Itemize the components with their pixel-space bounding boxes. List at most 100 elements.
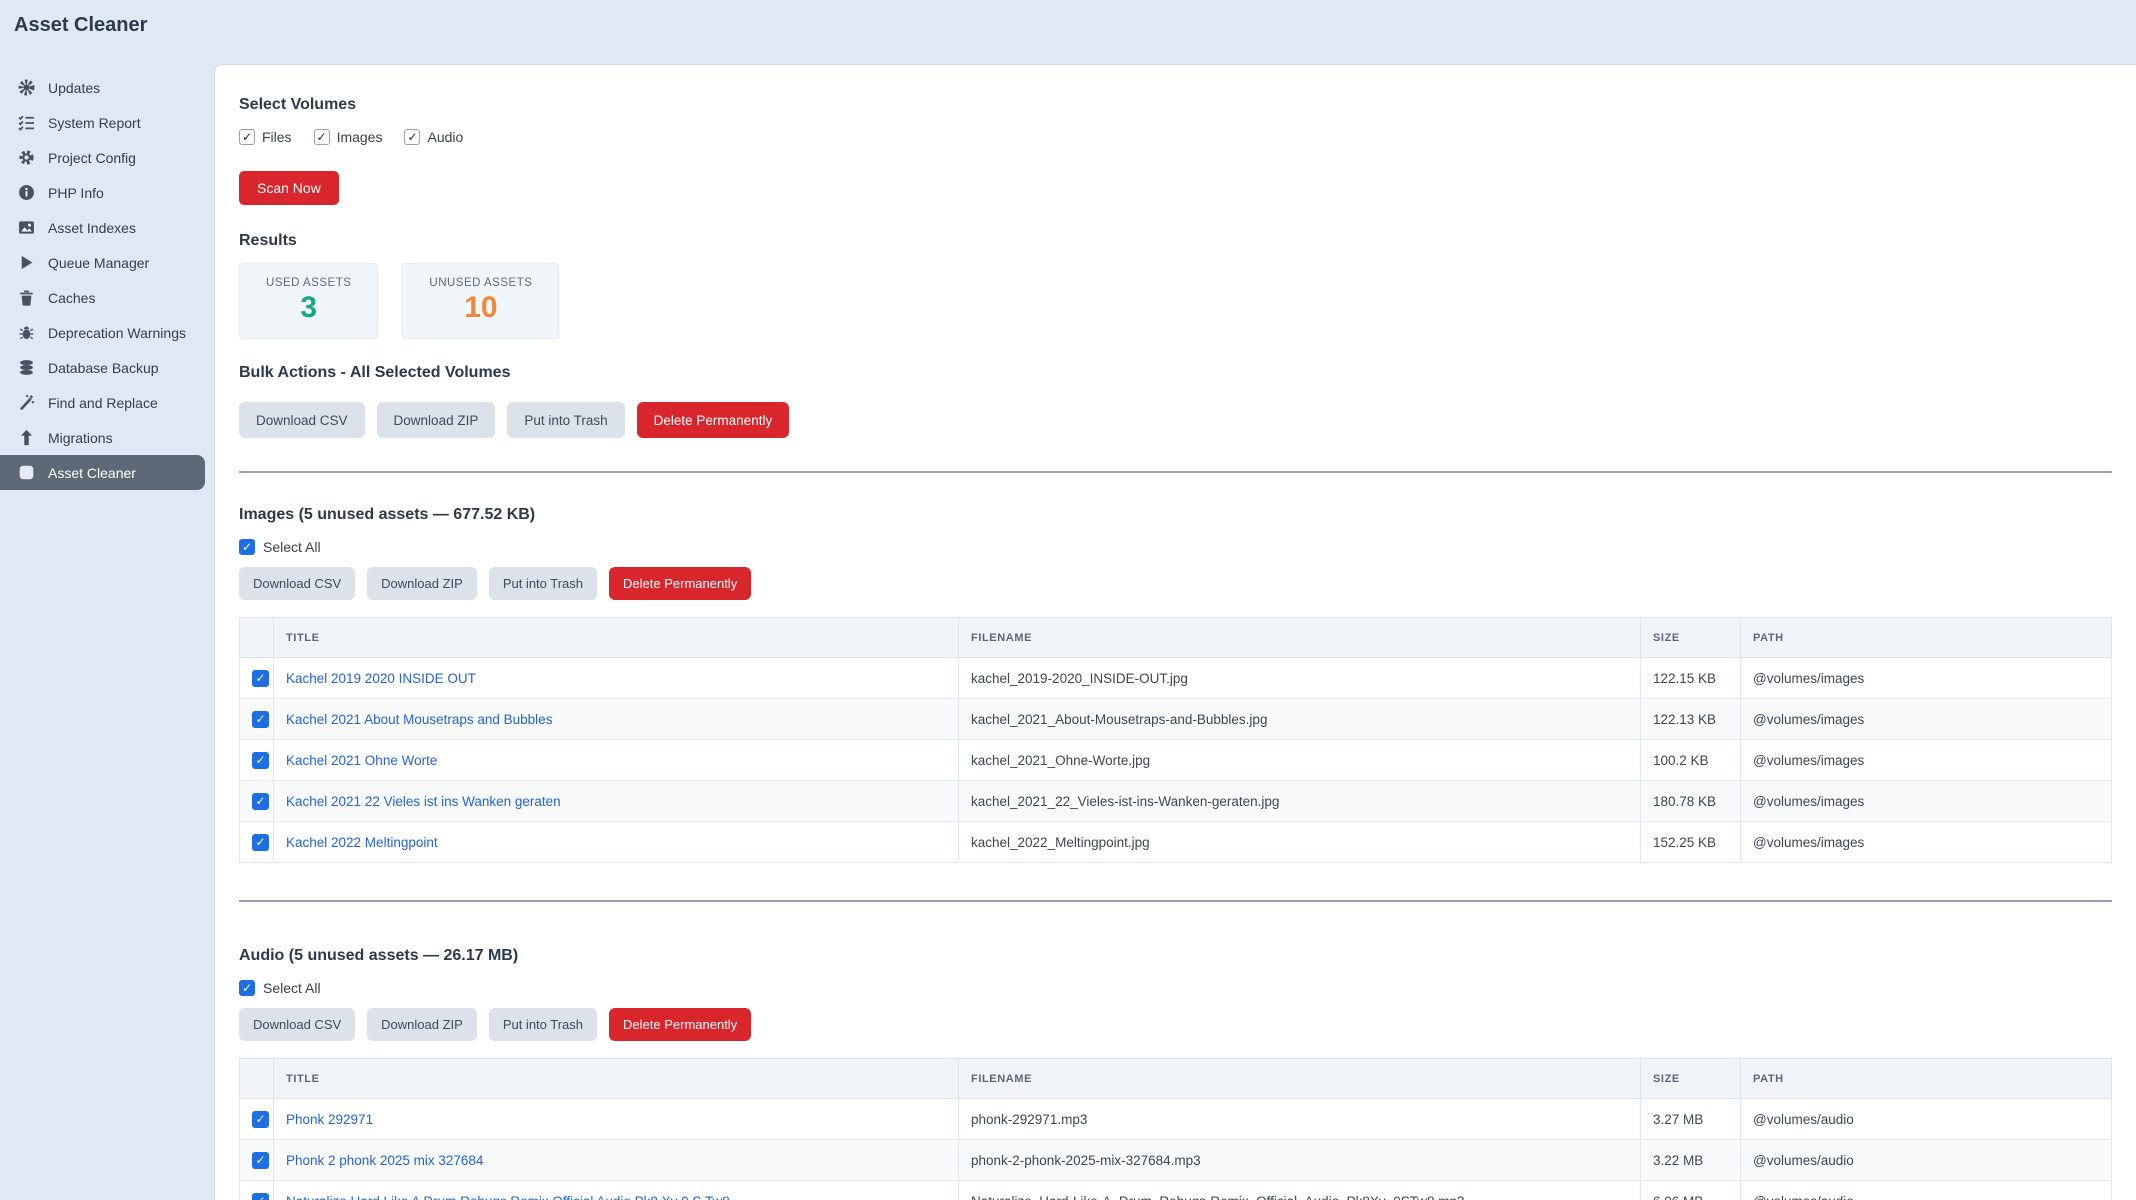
sidebar-item-find-and-replace[interactable]: Find and Replace [0, 385, 205, 420]
path-column-header: PATH [1741, 1059, 2112, 1099]
asset-path: @volumes/images [1741, 781, 2112, 822]
audio-select-all[interactable]: ✓ Select All [239, 979, 2112, 996]
arrow-up-icon [18, 429, 35, 446]
sidebar-item-php-info[interactable]: PHP Info [0, 175, 205, 210]
filename-column-header: FILENAME [959, 618, 1641, 658]
sidebar-item-label: Project Config [48, 150, 136, 166]
bulk-download-zip-button[interactable]: Download ZIP [377, 402, 496, 438]
unused-assets-card: UNUSED ASSETS 10 [402, 263, 559, 339]
asset-path: @volumes/audio [1741, 1181, 2112, 1200]
bulk-actions-heading: Bulk Actions - All Selected Volumes [239, 363, 2112, 382]
sidebar-item-project-config[interactable]: Project Config [0, 140, 205, 175]
asset-title-link[interactable]: Phonk 2 phonk 2025 mix 327684 [286, 1153, 483, 1168]
volume-checkbox-images[interactable]: ✓ Images [314, 129, 383, 145]
asset-filename: kachel_2021_About-Mousetraps-and-Bubbles… [959, 699, 1641, 740]
row-checkbox[interactable]: ✓ [252, 1193, 269, 1200]
audio-put-into-trash-button[interactable]: Put into Trash [489, 1008, 597, 1041]
scan-now-button[interactable]: Scan Now [239, 171, 339, 205]
asset-filename: phonk-292971.mp3 [959, 1099, 1641, 1140]
select-all-label: Select All [263, 980, 321, 996]
bulk-put-into-trash-button[interactable]: Put into Trash [507, 402, 624, 438]
sidebar-item-label: Updates [48, 80, 100, 96]
audio-section-buttons: Download CSV Download ZIP Put into Trash… [239, 1008, 2112, 1041]
asset-path: @volumes/images [1741, 699, 2112, 740]
checkbox-checked-icon[interactable]: ✓ [314, 129, 330, 145]
row-checkbox[interactable]: ✓ [252, 752, 269, 769]
used-assets-card: USED ASSETS 3 [239, 263, 378, 339]
magic-wand-icon [18, 394, 35, 411]
row-checkbox[interactable]: ✓ [252, 1111, 269, 1128]
sidebar-item-migrations[interactable]: Migrations [0, 420, 205, 455]
row-checkbox[interactable]: ✓ [252, 793, 269, 810]
images-section-heading: Images (5 unused assets — 677.52 KB) [239, 505, 2112, 524]
row-checkbox[interactable]: ✓ [252, 1152, 269, 1169]
bulk-download-csv-button[interactable]: Download CSV [239, 402, 365, 438]
volume-checkbox-files[interactable]: ✓ Files [239, 129, 292, 145]
volume-checkbox-row: ✓ Files ✓ Images ✓ Audio [239, 128, 2112, 145]
row-checkbox[interactable]: ✓ [252, 711, 269, 728]
table-row: ✓ Kachel 2021 About Mousetraps and Bubbl… [240, 699, 2112, 740]
checkbox-checked-icon[interactable]: ✓ [239, 980, 255, 996]
app-layout: Updates System Report Project Config PHP… [0, 0, 2136, 1200]
checklist-icon [18, 114, 35, 131]
sidebar-item-queue-manager[interactable]: Queue Manager [0, 245, 205, 280]
asset-title-link[interactable]: Kachel 2021 22 Vieles ist ins Wanken ger… [286, 794, 561, 809]
plugin-icon [18, 464, 35, 481]
row-checkbox[interactable]: ✓ [252, 834, 269, 851]
table-row: ✓ Naturalize Hard Like A Drum Rebugs Rem… [240, 1181, 2112, 1200]
sidebar-item-asset-indexes[interactable]: Asset Indexes [0, 210, 205, 245]
asset-title-link[interactable]: Kachel 2021 Ohne Worte [286, 753, 437, 768]
checkbox-checked-icon[interactable]: ✓ [404, 129, 420, 145]
asset-title-link[interactable]: Kachel 2022 Meltingpoint [286, 835, 438, 850]
asset-title-link[interactable]: Kachel 2021 About Mousetraps and Bubbles [286, 712, 552, 727]
asset-title-link[interactable]: Phonk 292971 [286, 1112, 373, 1127]
used-assets-value: 3 [266, 291, 351, 325]
title-column-header: TITLE [274, 618, 959, 658]
asset-title-link[interactable]: Naturalize Hard Like A Drum Rebugs Remix… [286, 1194, 730, 1200]
bulk-actions-buttons: Download CSV Download ZIP Put into Trash… [239, 402, 2112, 438]
select-column-header [240, 618, 274, 658]
images-download-zip-button[interactable]: Download ZIP [367, 567, 477, 600]
unused-assets-label: UNUSED ASSETS [429, 277, 532, 289]
checkbox-checked-icon[interactable]: ✓ [239, 129, 255, 145]
sidebar-item-label: Asset Indexes [48, 220, 136, 236]
section-divider [239, 471, 2112, 473]
sidebar-item-database-backup[interactable]: Database Backup [0, 350, 205, 385]
audio-download-zip-button[interactable]: Download ZIP [367, 1008, 477, 1041]
title-column-header: TITLE [274, 1059, 959, 1099]
images-put-into-trash-button[interactable]: Put into Trash [489, 567, 597, 600]
asset-size: 3.22 MB [1641, 1140, 1741, 1181]
results-cards: USED ASSETS 3 UNUSED ASSETS 10 [239, 263, 2112, 339]
table-row: ✓ Kachel 2019 2020 INSIDE OUT kachel_201… [240, 658, 2112, 699]
table-row: ✓ Kachel 2021 22 Vieles ist ins Wanken g… [240, 781, 2112, 822]
audio-delete-permanently-button[interactable]: Delete Permanently [609, 1008, 751, 1041]
asset-size: 122.15 KB [1641, 658, 1741, 699]
audio-section-heading: Audio (5 unused assets — 26.17 MB) [239, 946, 2112, 965]
sidebar-item-label: Caches [48, 290, 95, 306]
asset-size: 122.13 KB [1641, 699, 1741, 740]
gear-icon [18, 149, 35, 166]
volume-checkbox-audio[interactable]: ✓ Audio [404, 129, 463, 145]
sidebar-item-deprecation-warnings[interactable]: Deprecation Warnings [0, 315, 205, 350]
images-delete-permanently-button[interactable]: Delete Permanently [609, 567, 751, 600]
asset-filename: kachel_2021_Ohne-Worte.jpg [959, 740, 1641, 781]
audio-download-csv-button[interactable]: Download CSV [239, 1008, 355, 1041]
images-download-csv-button[interactable]: Download CSV [239, 567, 355, 600]
play-icon [18, 254, 35, 271]
volume-label: Images [337, 129, 383, 145]
checkbox-checked-icon[interactable]: ✓ [239, 539, 255, 555]
bulk-delete-permanently-button[interactable]: Delete Permanently [637, 402, 790, 438]
asset-filename: kachel_2021_22_Vieles-ist-ins-Wanken-ger… [959, 781, 1641, 822]
bug-icon [18, 324, 35, 341]
table-row: ✓ Phonk 2 phonk 2025 mix 327684 phonk-2-… [240, 1140, 2112, 1181]
images-table: TITLE FILENAME SIZE PATH ✓ Kachel 2019 2… [239, 617, 2112, 863]
images-select-all[interactable]: ✓ Select All [239, 538, 2112, 555]
asset-title-link[interactable]: Kachel 2019 2020 INSIDE OUT [286, 671, 476, 686]
section-divider [239, 900, 2112, 902]
sidebar-item-label: Migrations [48, 430, 113, 446]
row-checkbox[interactable]: ✓ [252, 670, 269, 687]
sidebar-item-caches[interactable]: Caches [0, 280, 205, 315]
sidebar-item-asset-cleaner[interactable]: Asset Cleaner [0, 455, 205, 490]
sidebar-item-updates[interactable]: Updates [0, 70, 205, 105]
sidebar-item-system-report[interactable]: System Report [0, 105, 205, 140]
